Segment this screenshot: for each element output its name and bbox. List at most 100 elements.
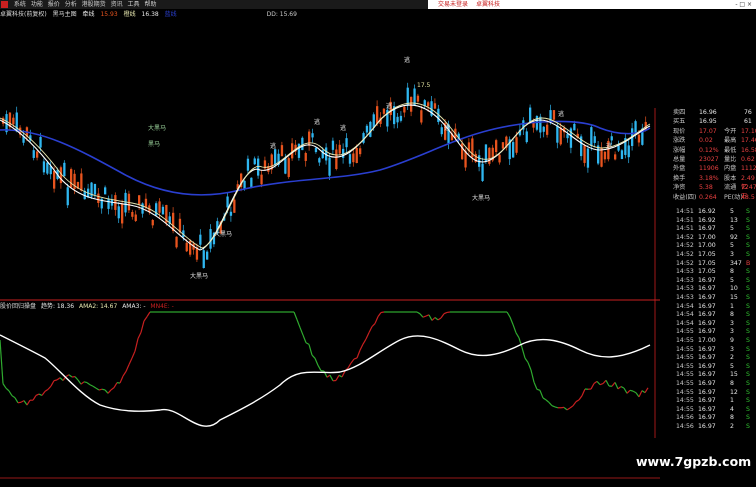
tick-row: 14:51 16.92 5 S [672, 208, 756, 217]
quote-label: 今开 [724, 127, 737, 135]
candle [369, 121, 372, 137]
tick-direction: S [746, 268, 750, 276]
quote-value: 23027 [699, 156, 719, 163]
tick-row: 14:55 16.97 5 S [672, 363, 756, 372]
oscillator-segment [359, 343, 364, 351]
quote-value: 3.18% [699, 174, 719, 182]
quote-value: 16.95 [699, 118, 717, 126]
tick-price: 16.97 [698, 345, 716, 353]
tick-time: 14:55 [676, 371, 694, 379]
candle [399, 115, 403, 121]
oscillator-segment [377, 312, 382, 317]
tick-volume: 4 [730, 405, 734, 413]
tick-direction: S [746, 302, 750, 310]
oscillator-segment [146, 311, 151, 318]
quote-value: 16.58 [741, 146, 756, 154]
candle [243, 180, 246, 189]
tick-time: 14:54 [676, 302, 694, 310]
candle [175, 236, 178, 248]
candle [46, 162, 49, 174]
quote-label: 换手 [673, 174, 686, 182]
candle [495, 140, 498, 153]
oscillator-segment [26, 399, 31, 406]
candle [206, 251, 209, 260]
tick-time: 14:55 [676, 405, 694, 413]
candle [355, 148, 358, 164]
oscillator-segment [572, 401, 577, 407]
oscillator-segment [575, 399, 580, 403]
oscillator-segment [509, 316, 514, 325]
tick-direction: S [746, 371, 750, 379]
oscillator-segment [437, 317, 442, 321]
candle [501, 142, 505, 149]
candle [410, 96, 413, 112]
oscillator-segment [68, 374, 73, 378]
oscillator-segment [53, 379, 58, 382]
tick-row: 14:52 17.05 347 B [672, 260, 756, 269]
oscillator-segment [635, 392, 640, 398]
oscillator-segment [536, 388, 541, 391]
oscillator-segment [443, 311, 448, 315]
tick-price: 16.97 [698, 225, 716, 233]
candle [158, 201, 161, 213]
oscillator-segment [440, 313, 445, 319]
tick-row: 14:55 17.00 9 S [672, 337, 756, 346]
tick-price: 17.00 [698, 233, 716, 241]
candle [603, 151, 607, 160]
tick-time: 14:52 [676, 259, 694, 267]
tick-price: 16.97 [698, 380, 716, 387]
quote-label: 量比 [724, 156, 737, 163]
candle [93, 183, 97, 195]
oscillator-segment [611, 381, 616, 387]
tick-row: 14:52 17.05 3 S [672, 251, 756, 260]
tick-volume: 5 [730, 362, 734, 370]
oscillator-segment [527, 362, 532, 371]
tick-price: 16.97 [698, 397, 716, 405]
oscillator-segment [65, 374, 70, 378]
tick-row: 14:53 16.97 10 S [672, 285, 756, 294]
tick-volume: 8 [730, 311, 734, 319]
oscillator-segment [74, 376, 79, 381]
candle [314, 147, 318, 153]
oscillator-segment [20, 400, 25, 403]
tick-direction: S [746, 208, 750, 215]
candle [131, 211, 134, 217]
candle [406, 87, 409, 106]
tick-row: 14:55 16.97 12 S [672, 389, 756, 398]
window-controls[interactable]: - □ × [735, 0, 752, 9]
tick-price: 16.97 [698, 354, 716, 362]
oscillator-segment [17, 401, 22, 404]
quote-value: 0.12% [699, 146, 719, 154]
tick-direction: S [746, 294, 750, 301]
tick-time: 14:52 [676, 251, 694, 258]
quote-volume: 76 [744, 109, 752, 116]
oscillator-segment [89, 384, 94, 387]
quote-label: 涨幅 [673, 146, 686, 154]
candle [566, 134, 569, 139]
oscillator-segment [629, 389, 634, 392]
oscillator-segment [140, 320, 145, 333]
tick-volume: 8 [730, 380, 734, 387]
quote-label: 收益(四) [673, 193, 697, 201]
oscillator-segment [623, 387, 628, 394]
oscillator-segment [296, 319, 301, 328]
tick-direction: S [746, 388, 750, 396]
buy-signal-label: 大黑马 [148, 124, 166, 132]
candle [42, 161, 46, 173]
tick-volume: 2 [730, 354, 734, 362]
tick-volume: 5 [730, 276, 734, 284]
oscillator-segment [356, 350, 361, 359]
sell-signal-label: 逃 [404, 56, 410, 64]
tick-time: 14:54 [676, 319, 694, 327]
oscillator-segment [512, 324, 517, 334]
quote-value: 5.38 [699, 184, 713, 192]
tick-time: 14:53 [676, 276, 694, 284]
candle [134, 214, 137, 221]
candlestick-chart[interactable]: 17.5 逃逃逃逃逃逃逃逃 大黑马黑马大黑马大黑马大黑马 [0, 0, 660, 487]
oscillator-name[interactable]: 股价回归操盘 [0, 303, 36, 310]
tick-time: 14:55 [676, 345, 694, 353]
candle [12, 117, 15, 125]
tick-direction: S [746, 233, 750, 241]
candle [311, 133, 314, 138]
candle [253, 158, 256, 165]
